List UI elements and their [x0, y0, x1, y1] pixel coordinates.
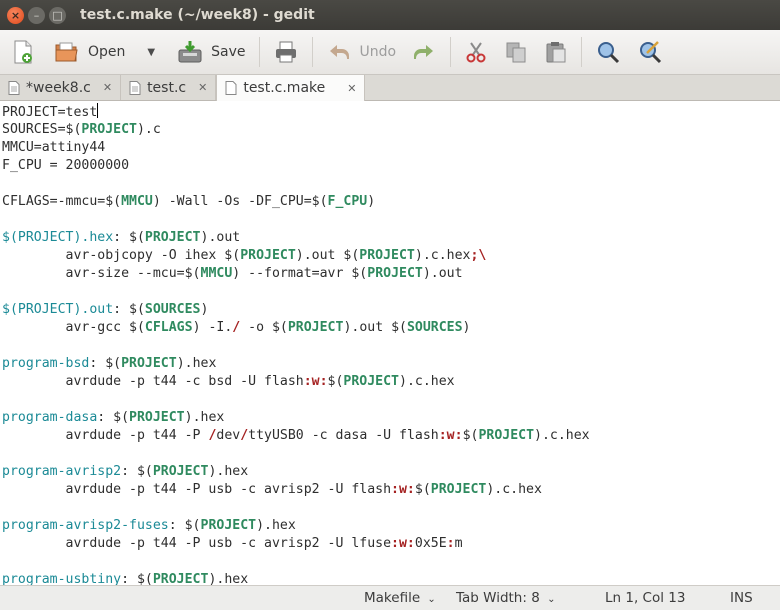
folder-open-icon — [55, 42, 78, 62]
code-line: ​ — [2, 553, 780, 571]
search-replace-icon — [640, 41, 662, 64]
toolbar-separator — [581, 37, 583, 67]
cut-button[interactable] — [459, 32, 493, 72]
code-line: program-dasa: $(PROJECT).hex — [2, 410, 225, 425]
redo-button[interactable] — [406, 32, 442, 72]
toolbar-separator — [259, 37, 261, 67]
undo-icon — [330, 45, 350, 59]
code-line: program-avrisp2-fuses: $(PROJECT).hex — [2, 518, 296, 533]
text-editor[interactable]: PROJECT=test SOURCES=$(PROJECT).c MMCU=att… — [0, 101, 780, 585]
code-line: MMCU=attiny44 — [2, 140, 106, 155]
window-maximize-button[interactable]: □ — [49, 6, 66, 24]
open-label: Open — [88, 44, 126, 60]
scissors-icon — [466, 42, 486, 63]
code-line: avrdude -p t44 -P usb -c avrisp2 -U flas… — [2, 482, 542, 497]
tab-label: test.c.make — [243, 80, 326, 96]
code-line: program-bsd: $(PROJECT).hex — [2, 356, 217, 371]
tab-width-label: Tab Width: 8 — [456, 590, 540, 606]
code-line: PROJECT=test — [2, 103, 99, 120]
paste-icon — [546, 42, 566, 63]
chevron-down-icon: ⌄ — [547, 594, 556, 605]
close-icon[interactable]: ✕ — [103, 81, 112, 94]
tab-width-selector[interactable]: Tab Width: 8 ⌄ — [456, 590, 555, 606]
code-line: $(PROJECT).hex: $(PROJECT).out — [2, 230, 241, 245]
code-line: ​ — [2, 391, 780, 409]
text-file-icon — [129, 80, 141, 95]
code-line: program-usbtiny: $(PROJECT).hex — [2, 572, 249, 585]
toolbar-separator — [450, 37, 452, 67]
code-line: ​ — [2, 337, 780, 355]
blank-file-icon — [225, 81, 237, 95]
close-icon[interactable]: ✕ — [347, 82, 356, 95]
code-line: ​ — [2, 445, 780, 463]
code-line: ​ — [2, 283, 780, 301]
copy-icon — [506, 42, 526, 63]
code-line: SOURCES=$(PROJECT).c — [2, 122, 161, 137]
code-line: ​ — [2, 211, 780, 229]
code-line: avr-objcopy -O ihex $(PROJECT).out $(PRO… — [2, 248, 487, 263]
close-icon[interactable]: ✕ — [198, 81, 207, 94]
save-icon — [178, 41, 202, 63]
code-line: avrdude -p t44 -c bsd -U flash:w:$(PROJE… — [2, 374, 455, 389]
code-line: ​ — [2, 175, 780, 193]
chevron-down-icon: ▼ — [147, 46, 156, 58]
code-line: ​ — [2, 499, 780, 517]
text-cursor — [97, 103, 99, 118]
open-recent-dropdown[interactable]: ▼ — [137, 32, 161, 72]
toolbar-separator — [312, 37, 314, 67]
document-tabs: *week8.c ✕ test.c ✕ test.c.make ✕ — [0, 75, 780, 101]
language-label: Makefile — [364, 590, 421, 606]
gedit-window: × – □ test.c.make (~/week8) - gedit Open… — [0, 0, 780, 610]
code-line: CFLAGS=-mmcu=$(MMCU) -Wall -Os -DF_CPU=$… — [2, 194, 376, 209]
chevron-down-icon: ⌄ — [427, 594, 436, 605]
tab-label: test.c — [147, 79, 187, 96]
paste-button[interactable] — [539, 32, 573, 72]
code-line: $(PROJECT).out: $(SOURCES) — [2, 302, 209, 317]
open-button[interactable]: Open — [48, 32, 131, 72]
new-button[interactable] — [6, 32, 40, 72]
text-file-icon — [8, 80, 20, 95]
tab-label: *week8.c — [26, 79, 91, 96]
window-title: test.c.make (~/week8) - gedit — [80, 7, 315, 23]
find-replace-button[interactable] — [632, 32, 668, 72]
insert-mode: INS — [730, 590, 753, 606]
search-icon — [598, 42, 620, 64]
print-icon — [276, 41, 297, 63]
code-line: program-avrisp2: $(PROJECT).hex — [2, 464, 249, 479]
code-line: avr-gcc $(CFLAGS) -I./ -o $(PROJECT).out… — [2, 320, 471, 335]
save-label: Save — [211, 44, 246, 60]
copy-button[interactable] — [499, 32, 533, 72]
toolbar: Open ▼ Save Undo — [0, 30, 780, 75]
code-view[interactable]: PROJECT=test SOURCES=$(PROJECT).c MMCU=att… — [0, 101, 780, 585]
code-line: avr-size --mcu=$(MMCU) --format=avr $(PR… — [2, 266, 463, 281]
tab-test-c-make[interactable]: test.c.make ✕ — [216, 75, 366, 101]
cursor-position: Ln 1, Col 13 — [605, 590, 686, 606]
undo-label: Undo — [359, 44, 397, 60]
window-minimize-button[interactable]: – — [28, 6, 45, 24]
tab-week8-c[interactable]: *week8.c ✕ — [0, 75, 122, 100]
redo-icon — [414, 45, 434, 59]
undo-button[interactable]: Undo — [321, 32, 402, 72]
title-bar: × – □ test.c.make (~/week8) - gedit — [0, 0, 780, 30]
code-line: avrdude -p t44 -P usb -c avrisp2 -U lfus… — [2, 536, 463, 551]
status-bar: Makefile ⌄ Tab Width: 8 ⌄ Ln 1, Col 13 I… — [0, 585, 780, 610]
tab-test-c[interactable]: test.c ✕ — [121, 75, 217, 100]
window-close-button[interactable]: × — [7, 6, 24, 24]
print-button[interactable] — [268, 32, 304, 72]
find-button[interactable] — [590, 32, 626, 72]
code-line: F_CPU = 20000000 — [2, 158, 130, 173]
save-button[interactable]: Save — [171, 32, 251, 72]
code-line: avrdude -p t44 -P /dev/ttyUSB0 -c dasa -… — [2, 428, 590, 443]
new-document-icon — [14, 40, 32, 64]
language-selector[interactable]: Makefile ⌄ — [364, 590, 436, 606]
